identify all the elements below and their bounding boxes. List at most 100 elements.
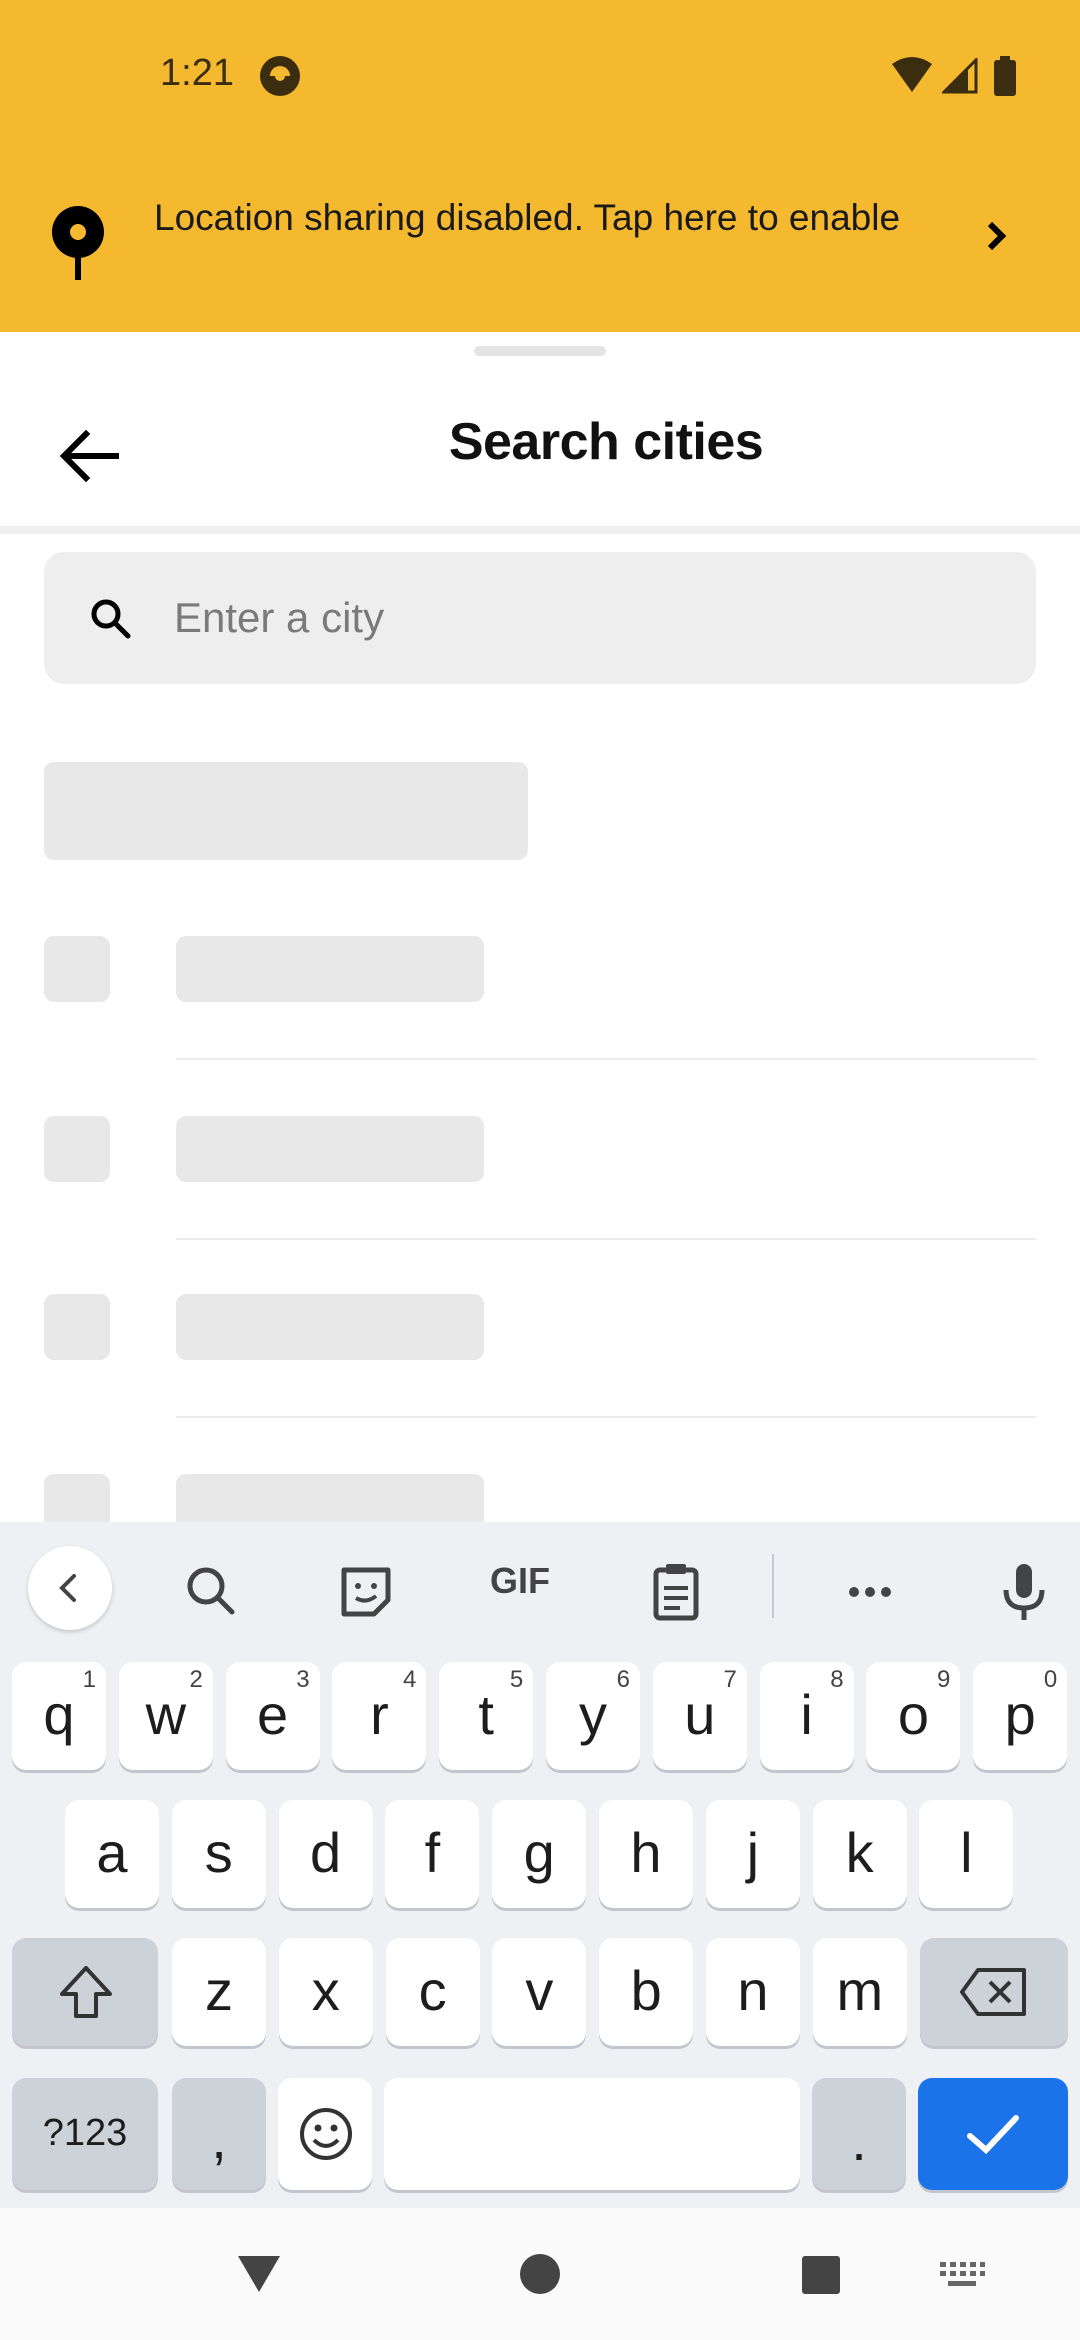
key-number-hint: 9 [937, 1666, 951, 1693]
key-number-hint: 1 [82, 1666, 96, 1693]
toolbar-separator [772, 1554, 774, 1618]
status-icons [890, 56, 1030, 96]
key-j[interactable]: j [705, 1800, 800, 1908]
key-d[interactable]: d [278, 1800, 373, 1908]
clipboard-icon[interactable] [634, 1550, 718, 1634]
shift-arrow-icon [60, 1966, 112, 2018]
skeleton-row-text [176, 1474, 484, 1522]
backspace-key[interactable] [920, 1938, 1068, 2046]
key-z[interactable]: z [172, 1938, 266, 2046]
key-a[interactable]: a [65, 1800, 159, 1908]
key-label: n [737, 1959, 769, 2022]
comma-key-label: , [211, 2107, 227, 2170]
location-pin-icon [52, 206, 104, 280]
key-label: g [523, 1821, 555, 1884]
key-label: c [418, 1959, 447, 2022]
key-label: d [310, 1821, 342, 1884]
on-screen-keyboard: GIF q1w2e3r4t5y6u7i8o9p0 a s d f g h j k l z x c v b… [0, 1522, 1080, 2208]
period-key[interactable]: . [812, 2078, 906, 2190]
row-divider [176, 1416, 1036, 1418]
header-divider [0, 526, 1080, 534]
location-banner-area: 1:21 Location sharing disabled. Tap here… [0, 0, 1080, 332]
drag-handle[interactable] [474, 346, 606, 356]
page-title: Search cities [448, 413, 764, 471]
keyboard-collapse-button[interactable] [28, 1546, 112, 1630]
emoji-key[interactable] [278, 2078, 372, 2190]
key-m[interactable]: m [812, 1938, 907, 2046]
key-number-hint: 6 [616, 1666, 630, 1693]
key-s[interactable]: s [171, 1800, 266, 1908]
key-label: h [630, 1821, 662, 1884]
search-icon [91, 599, 131, 639]
location-sharing-message[interactable]: Location sharing disabled. Tap here to e… [154, 196, 914, 240]
key-w[interactable]: w2 [118, 1662, 213, 1770]
key-g[interactable]: g [492, 1800, 587, 1908]
key-label: b [630, 1959, 662, 2022]
row-divider [176, 1238, 1036, 1240]
chevron-right-icon[interactable] [984, 216, 1010, 256]
backspace-icon [960, 1968, 1026, 2016]
skeleton-row-icon [44, 1474, 110, 1522]
checkmark-icon [967, 2115, 1019, 2155]
skeleton-row-icon [44, 936, 110, 1002]
circular-app-icon [260, 56, 300, 96]
key-i[interactable]: i8 [759, 1662, 854, 1770]
key-r[interactable]: r4 [332, 1662, 427, 1770]
key-number-hint: 5 [509, 1666, 524, 1693]
key-k[interactable]: k [812, 1800, 907, 1908]
back-triangle-icon[interactable] [234, 2252, 284, 2296]
search-field[interactable] [44, 552, 1036, 684]
sticker-icon[interactable] [324, 1550, 408, 1634]
key-e[interactable]: e3 [225, 1662, 320, 1770]
key-f[interactable]: f [385, 1800, 480, 1908]
key-label: a [96, 1821, 128, 1884]
symbols-key[interactable]: ?123 [12, 2078, 158, 2190]
skeleton-row-text [176, 1294, 484, 1360]
key-label: k [845, 1821, 874, 1884]
key-label: v [525, 1959, 554, 2022]
key-o[interactable]: o9 [866, 1662, 961, 1770]
key-p[interactable]: p0 [973, 1662, 1068, 1770]
key-y[interactable]: y6 [546, 1662, 640, 1770]
key-n[interactable]: n [706, 1938, 800, 2046]
skeleton-row-text [176, 936, 484, 1002]
microphone-icon[interactable] [982, 1550, 1066, 1634]
key-l[interactable]: l [919, 1800, 1014, 1908]
period-key-label: . [851, 2109, 867, 2172]
comma-key[interactable]: , [172, 2078, 266, 2190]
row-divider [176, 1058, 1036, 1060]
skeleton-section-header [44, 762, 528, 860]
wifi-icon [892, 57, 932, 92]
key-c[interactable]: c [385, 1938, 480, 2046]
space-key[interactable] [384, 2078, 800, 2190]
key-label: x [311, 1959, 340, 2022]
status-time: 1:21 [160, 52, 234, 94]
key-v[interactable]: v [492, 1938, 587, 2046]
keyboard-switch-icon[interactable] [938, 2260, 986, 2290]
key-b[interactable]: b [599, 1938, 694, 2046]
key-q[interactable]: q1 [12, 1662, 106, 1770]
search-cities-sheet: Search cities [0, 332, 1080, 1522]
skeleton-row-icon [44, 1294, 110, 1360]
key-x[interactable]: x [278, 1938, 373, 2046]
system-navigation-bar [0, 2208, 1080, 2340]
key-label: m [836, 1959, 884, 2022]
recents-square-icon[interactable] [800, 2254, 842, 2296]
search-icon[interactable] [170, 1550, 254, 1634]
key-label: s [204, 1821, 233, 1884]
signal-icon [942, 58, 978, 94]
key-label: z [205, 1959, 233, 2022]
key-h[interactable]: h [599, 1800, 693, 1908]
symbols-key-label: ?123 [42, 2112, 128, 2154]
shift-key[interactable] [12, 1938, 158, 2046]
key-number-hint: 3 [296, 1666, 310, 1693]
home-circle-icon[interactable] [518, 2252, 562, 2296]
more-icon[interactable] [828, 1550, 912, 1634]
key-number-hint: 7 [723, 1666, 737, 1693]
key-t[interactable]: t5 [439, 1662, 534, 1770]
key-u[interactable]: u7 [652, 1662, 747, 1770]
gif-icon[interactable]: GIF [478, 1560, 562, 1620]
key-number-hint: 2 [189, 1666, 203, 1693]
city-search-input[interactable] [174, 586, 974, 650]
enter-key[interactable] [918, 2078, 1068, 2190]
